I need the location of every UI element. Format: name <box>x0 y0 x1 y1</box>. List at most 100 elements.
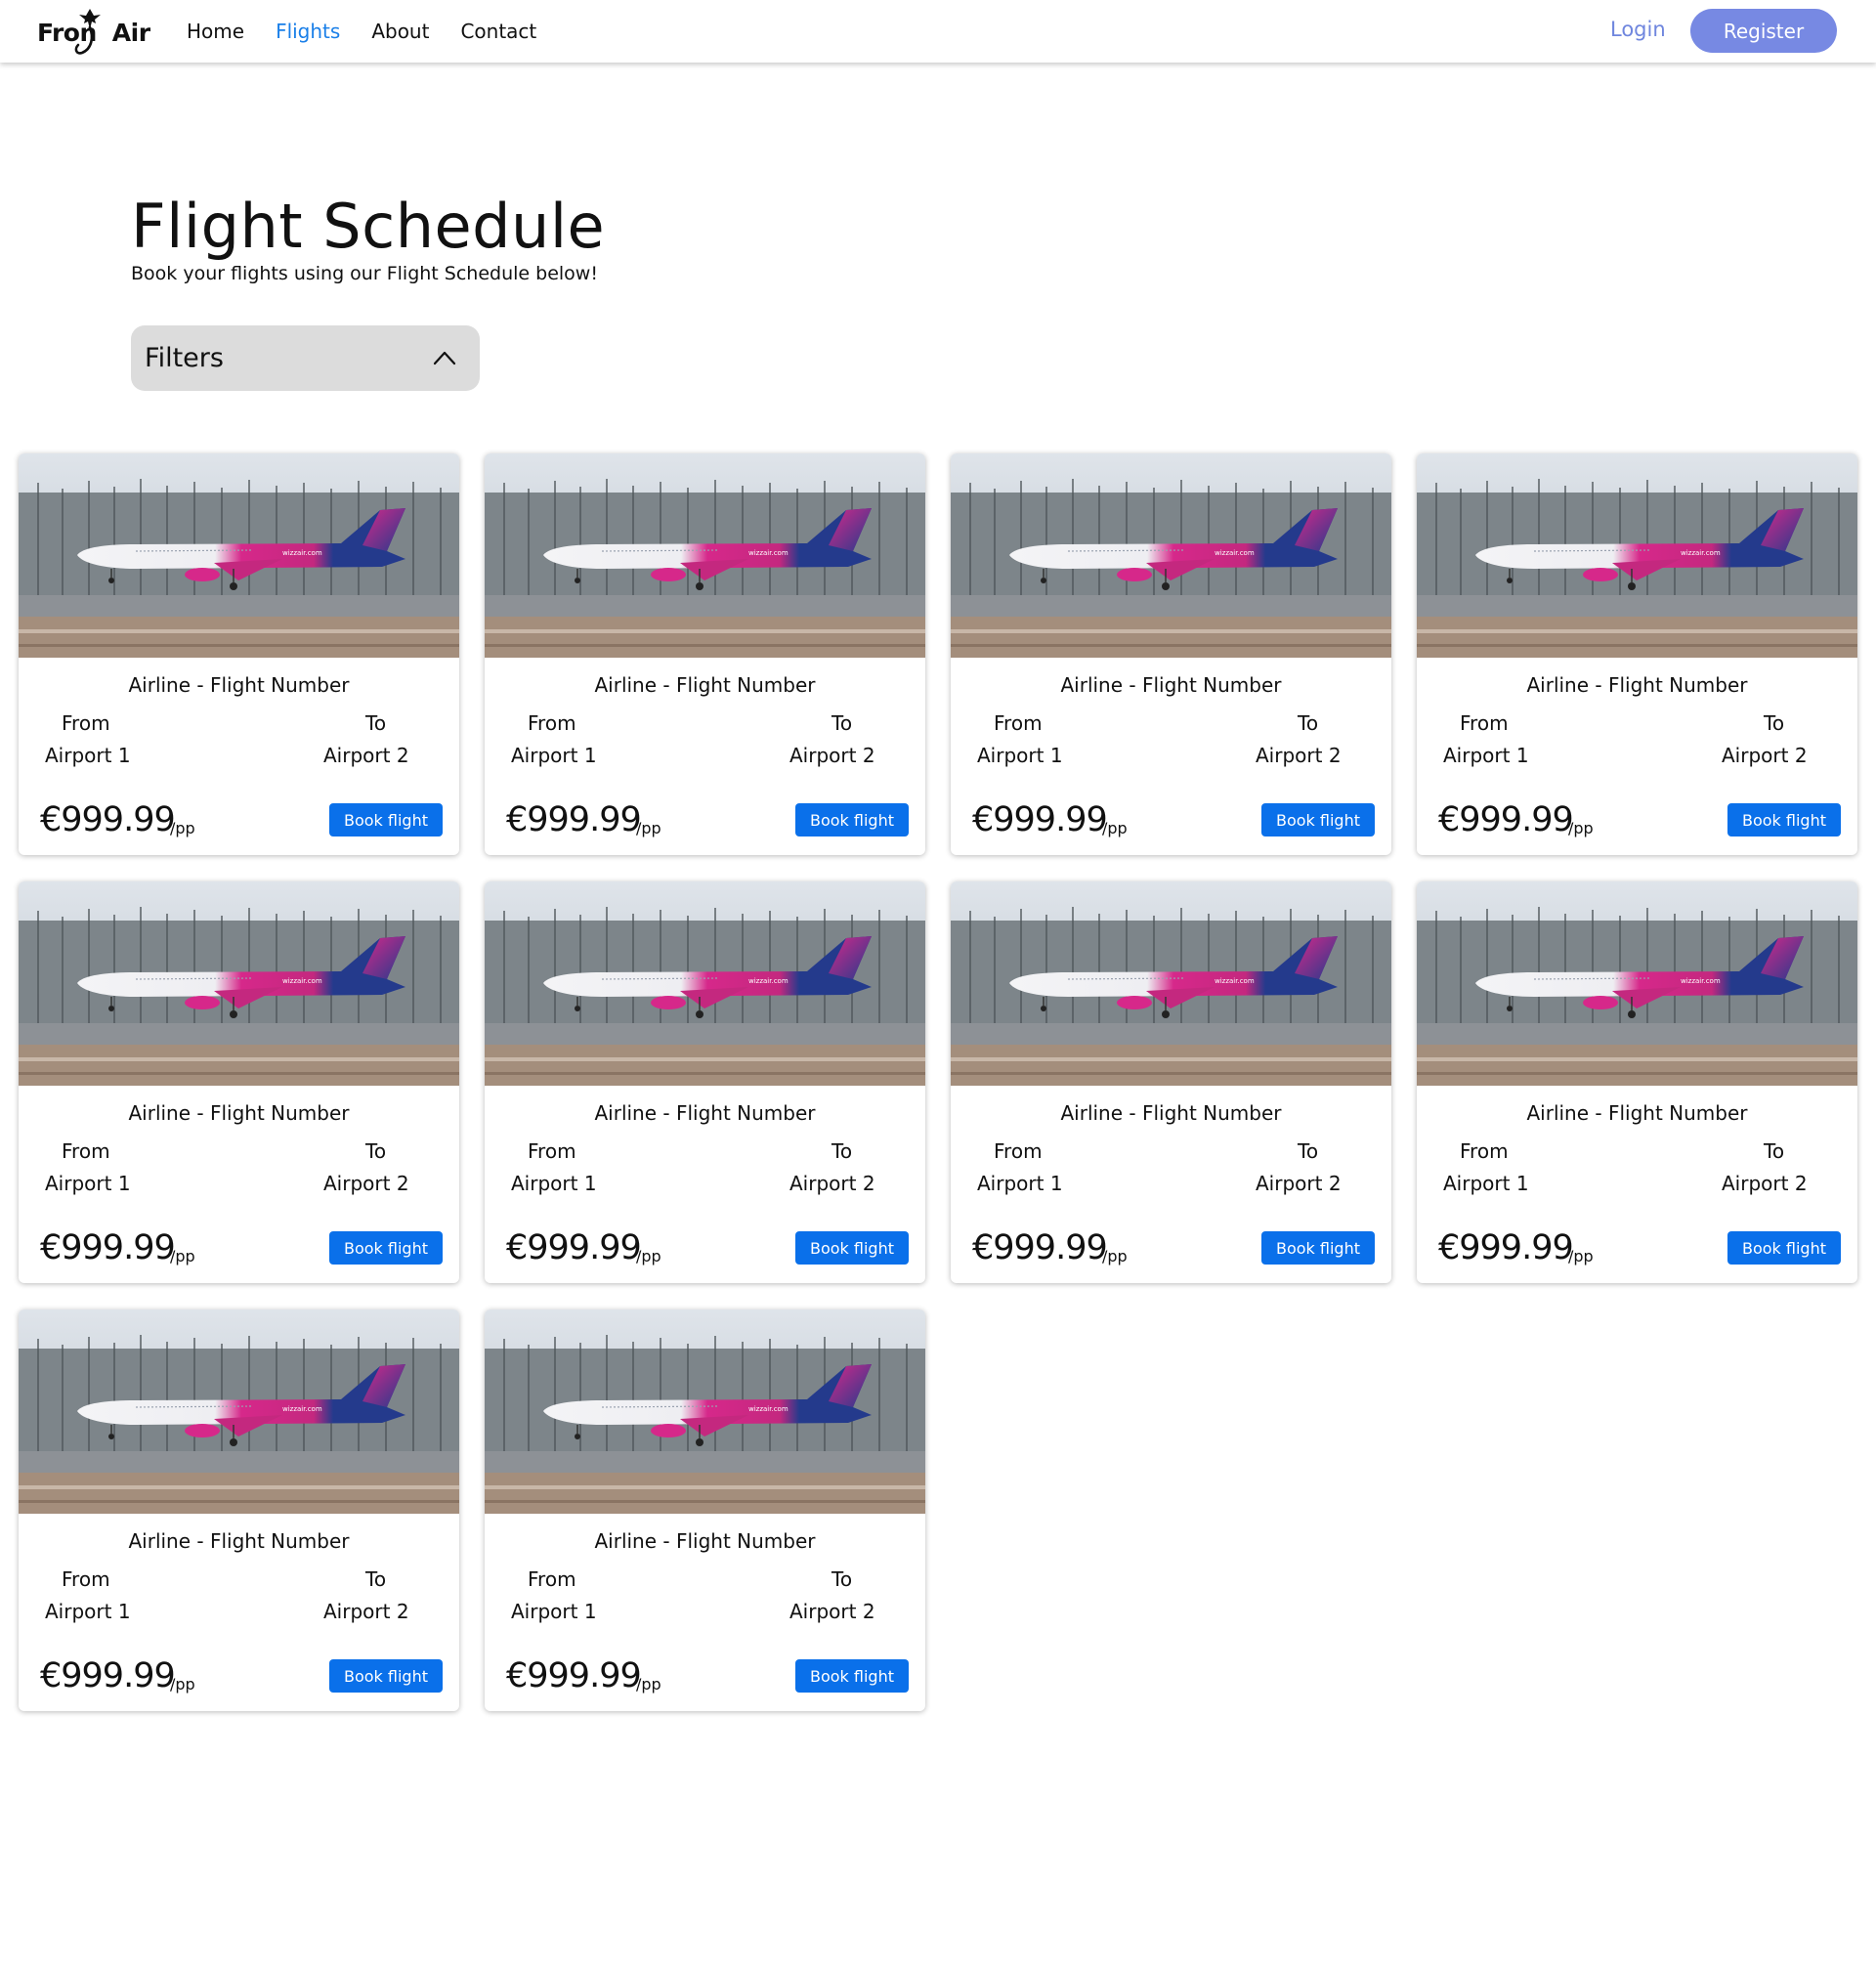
from-label: From <box>62 1567 110 1591</box>
price-unit: /pp <box>170 819 195 837</box>
register-button[interactable]: Register <box>1690 9 1837 53</box>
nav-link-flights[interactable]: Flights <box>276 20 340 43</box>
filters-label: Filters <box>145 343 224 373</box>
from-airport: Airport 1 <box>511 1172 597 1195</box>
login-link[interactable]: Login <box>1610 18 1666 41</box>
airplane-photo-icon <box>485 1309 925 1514</box>
card-title: Airline - Flight Number <box>1060 673 1282 697</box>
book-flight-button[interactable]: Book flight <box>1727 803 1841 836</box>
from-airport: Airport 1 <box>511 744 597 767</box>
price: €999.99 <box>506 1656 642 1695</box>
card-title: Airline - Flight Number <box>1526 1101 1748 1125</box>
card-title: Airline - Flight Number <box>594 1101 816 1125</box>
to-airport: Airport 2 <box>1722 1172 1808 1195</box>
from-label: From <box>1460 711 1509 735</box>
from-label: From <box>62 1139 110 1163</box>
to-label: To <box>365 1139 387 1163</box>
from-label: From <box>994 1139 1043 1163</box>
price-unit: /pp <box>636 1247 661 1265</box>
page-subtitle: Book your flights using our Flight Sched… <box>131 263 598 284</box>
from-label: From <box>62 711 110 735</box>
to-label: To <box>831 711 853 735</box>
price: €999.99 <box>972 800 1108 839</box>
card-title: Airline - Flight Number <box>594 1529 816 1553</box>
from-label: From <box>994 711 1043 735</box>
price-unit: /pp <box>170 1675 195 1694</box>
price: €999.99 <box>972 1228 1108 1267</box>
price-unit: /pp <box>1568 1247 1594 1265</box>
airplane-photo-icon <box>485 881 925 1086</box>
chevron-up-icon <box>433 351 456 365</box>
to-airport: Airport 2 <box>789 1172 875 1195</box>
from-airport: Airport 1 <box>1443 744 1529 767</box>
book-flight-button[interactable]: Book flight <box>329 1659 443 1693</box>
book-flight-button[interactable]: Book flight <box>329 1231 443 1265</box>
price-unit: /pp <box>1568 819 1594 837</box>
airplane-photo-icon <box>951 453 1391 658</box>
card-title: Airline - Flight Number <box>128 673 350 697</box>
from-airport: Airport 1 <box>977 1172 1063 1195</box>
airplane-photo-icon <box>951 881 1391 1086</box>
book-flight-button[interactable]: Book flight <box>1727 1231 1841 1265</box>
book-flight-button[interactable]: Book flight <box>795 1659 909 1693</box>
to-label: To <box>1298 1139 1319 1163</box>
airplane-photo-icon <box>485 453 925 658</box>
flight-card: Airline - Flight Number From To Airport … <box>485 881 925 1283</box>
flight-card: Airline - Flight Number From To Airport … <box>1417 881 1857 1283</box>
to-airport: Airport 2 <box>1256 744 1342 767</box>
airplane-photo-icon <box>1417 453 1857 658</box>
from-airport: Airport 1 <box>45 1172 131 1195</box>
book-flight-button[interactable]: Book flight <box>795 803 909 836</box>
price-unit: /pp <box>1102 1247 1128 1265</box>
airplane-photo-icon <box>19 453 459 658</box>
flight-card: Airline - Flight Number From To Airport … <box>951 453 1391 855</box>
nav-link-home[interactable]: Home <box>187 20 244 43</box>
card-title: Airline - Flight Number <box>1526 673 1748 697</box>
to-label: To <box>365 711 387 735</box>
card-title: Airline - Flight Number <box>128 1101 350 1125</box>
book-flight-button[interactable]: Book flight <box>329 803 443 836</box>
from-airport: Airport 1 <box>977 744 1063 767</box>
from-airport: Airport 1 <box>45 744 131 767</box>
from-airport: Airport 1 <box>511 1600 597 1623</box>
from-label: From <box>528 1567 576 1591</box>
book-flight-button[interactable]: Book flight <box>795 1231 909 1265</box>
price-unit: /pp <box>636 819 661 837</box>
price-unit: /pp <box>1102 819 1128 837</box>
card-title: Airline - Flight Number <box>1060 1101 1282 1125</box>
to-airport: Airport 2 <box>1256 1172 1342 1195</box>
navbar: Fron Air Home Flights About Contact Logi… <box>0 0 1876 63</box>
flight-card: Airline - Flight Number From To Airport … <box>19 453 459 855</box>
flight-card: Airline - Flight Number From To Airport … <box>19 881 459 1283</box>
nav-link-contact[interactable]: Contact <box>460 20 536 43</box>
card-title: Airline - Flight Number <box>594 673 816 697</box>
filters-toggle[interactable]: Filters <box>131 325 480 391</box>
from-label: From <box>528 1139 576 1163</box>
to-airport: Airport 2 <box>323 744 409 767</box>
from-airport: Airport 1 <box>1443 1172 1529 1195</box>
book-flight-button[interactable]: Book flight <box>1261 1231 1375 1265</box>
card-title: Airline - Flight Number <box>128 1529 350 1553</box>
to-airport: Airport 2 <box>789 744 875 767</box>
flight-card: Airline - Flight Number From To Airport … <box>19 1309 459 1711</box>
to-label: To <box>365 1567 387 1591</box>
price: €999.99 <box>1438 1228 1574 1267</box>
airplane-photo-icon <box>19 881 459 1086</box>
book-flight-button[interactable]: Book flight <box>1261 803 1375 836</box>
price: €999.99 <box>40 800 176 839</box>
from-airport: Airport 1 <box>45 1600 131 1623</box>
logo-text-left: Fron <box>37 18 97 47</box>
flight-card: Airline - Flight Number From To Airport … <box>485 453 925 855</box>
to-label: To <box>1298 711 1319 735</box>
to-label: To <box>831 1567 853 1591</box>
airplane-photo-icon <box>1417 881 1857 1086</box>
to-airport: Airport 2 <box>789 1600 875 1623</box>
to-label: To <box>1764 1139 1785 1163</box>
nav-link-about[interactable]: About <box>371 20 429 43</box>
to-airport: Airport 2 <box>323 1600 409 1623</box>
to-label: To <box>1764 711 1785 735</box>
price: €999.99 <box>1438 800 1574 839</box>
price-unit: /pp <box>636 1675 661 1694</box>
price: €999.99 <box>506 800 642 839</box>
logo[interactable]: Fron Air <box>37 8 150 57</box>
